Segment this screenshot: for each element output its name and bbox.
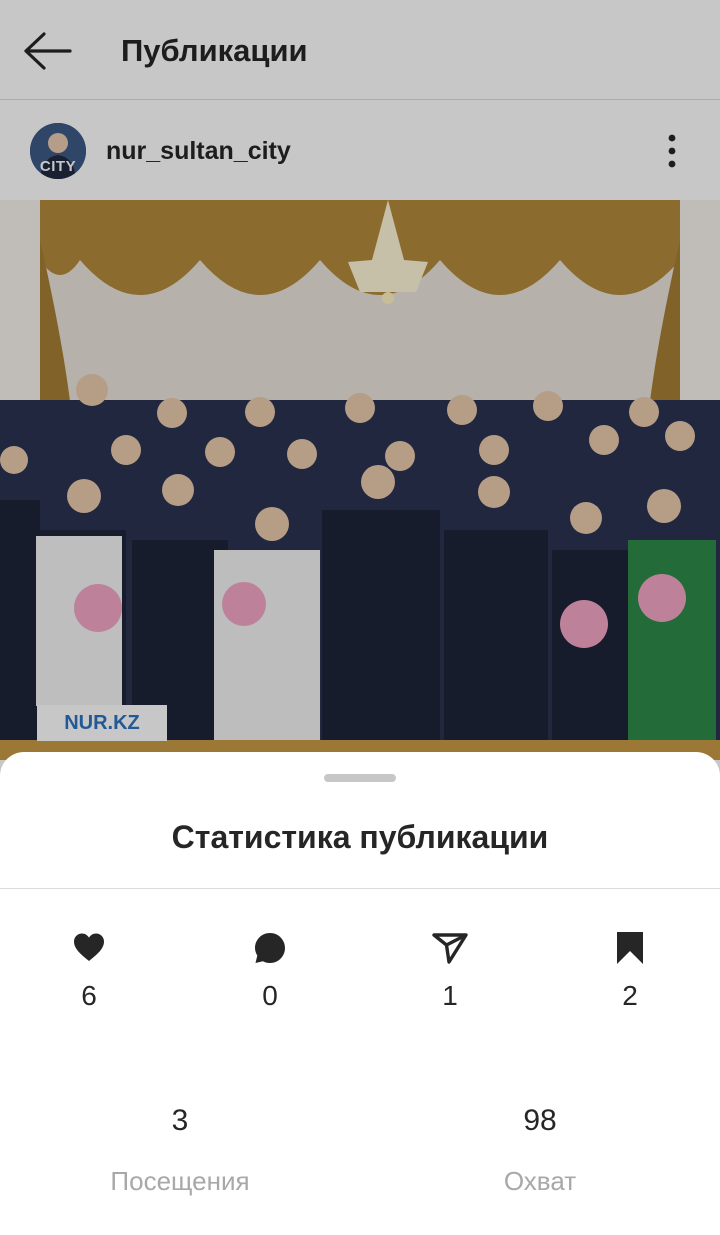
- saves-count: 2: [622, 980, 638, 1011]
- heart-icon: [74, 933, 104, 961]
- visits-stat: 3 Посещения: [80, 1104, 280, 1197]
- reach-stat: 98 Охват: [440, 1104, 640, 1197]
- post-statistics-sheet: Статистика публикации 6 0 1 2 3 Посещени…: [0, 752, 720, 1235]
- likes-count: 6: [81, 980, 97, 1011]
- reach-label: Охват: [503, 1166, 577, 1196]
- share-icon: [432, 933, 468, 964]
- sheet-title: Статистика публикации: [171, 819, 549, 855]
- comment-icon: [255, 933, 285, 963]
- shares-count: 1: [442, 980, 458, 1011]
- sheet-drag-handle[interactable]: [324, 774, 396, 782]
- comments-stat: 0: [225, 930, 315, 1012]
- saves-stat: 2: [585, 930, 675, 1012]
- comments-count: 0: [262, 980, 278, 1011]
- shares-stat: 1: [405, 930, 495, 1012]
- reach-count: 98: [523, 1104, 557, 1137]
- divider: [0, 888, 720, 889]
- visits-label: Посещения: [110, 1166, 250, 1196]
- visits-count: 3: [171, 1104, 189, 1137]
- bookmark-icon: [617, 932, 643, 964]
- likes-stat: 6: [44, 930, 134, 1012]
